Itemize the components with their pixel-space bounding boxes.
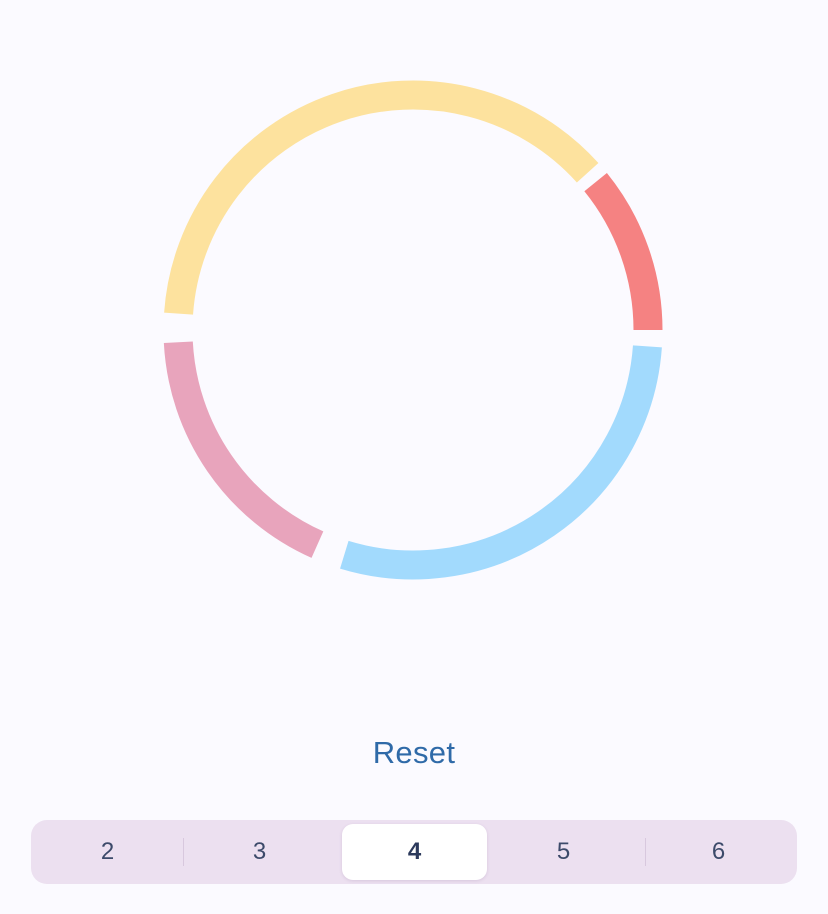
segment-option-5[interactable]: 5 (491, 824, 636, 880)
ring-segment-red (584, 172, 663, 331)
reset-button[interactable]: Reset (0, 735, 828, 771)
ring-segment-blue (340, 345, 662, 580)
ring-segment-yellow (164, 80, 599, 315)
segmented-ring-chart (163, 80, 663, 580)
divider (183, 838, 184, 866)
segment-count-control: 2 3 4 5 6 (31, 820, 797, 884)
segment-option-3[interactable]: 3 (187, 824, 332, 880)
segment-option-6[interactable]: 6 (646, 824, 791, 880)
ring-segment-pink (163, 341, 324, 558)
segment-option-2[interactable]: 2 (35, 824, 180, 880)
segment-option-4[interactable]: 4 (342, 824, 487, 880)
screen: Reset 2 3 4 5 6 (0, 0, 828, 914)
